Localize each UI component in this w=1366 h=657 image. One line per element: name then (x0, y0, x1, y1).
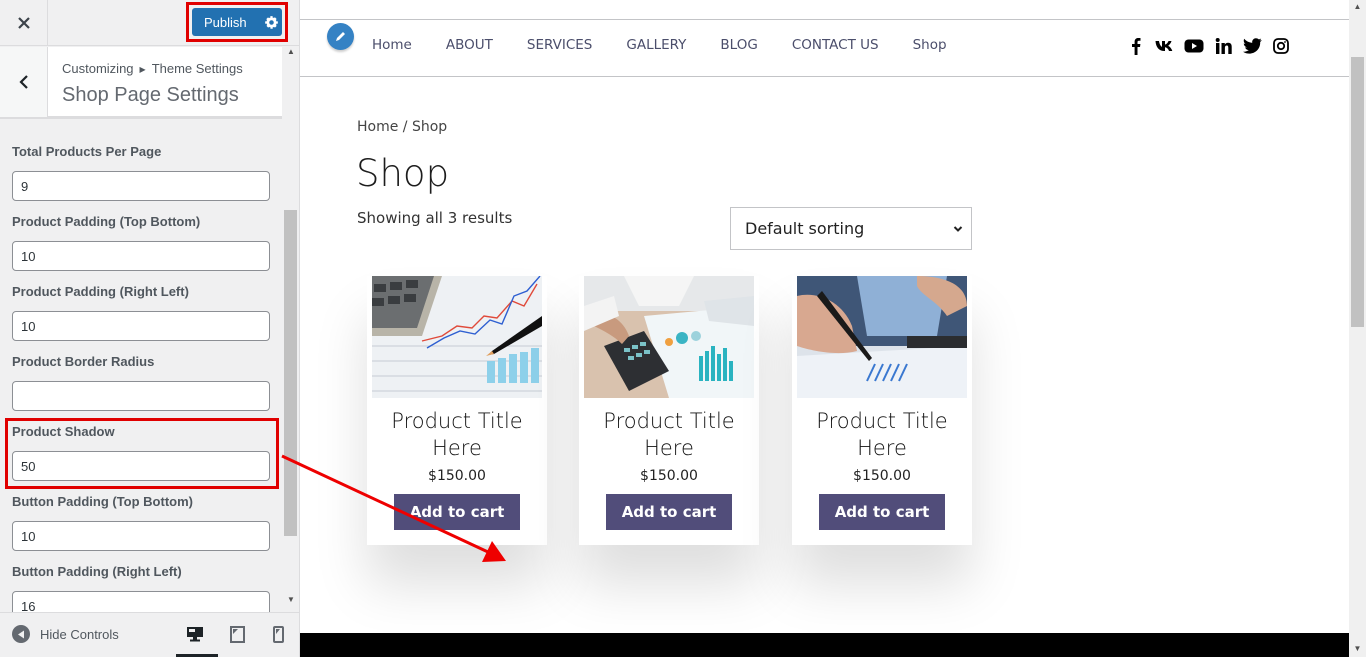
instagram-icon[interactable] (1271, 36, 1291, 56)
control-label: Product Padding (Top Bottom) (12, 214, 201, 229)
button-padding-right-left-control: Button Padding (Right Left) (12, 564, 270, 612)
button-padding-top-bottom-control: Button Padding (Top Bottom) (12, 494, 270, 551)
hide-controls-button[interactable]: Hide Controls (12, 625, 119, 643)
nav-item-contact[interactable]: CONTACT US (792, 37, 879, 53)
social-links (1126, 36, 1300, 56)
section-title-bar: Customizing ▶ Theme Settings Shop Page Set… (0, 47, 282, 119)
twitter-icon[interactable] (1242, 36, 1262, 56)
product-shadow-input[interactable] (12, 451, 270, 481)
facebook-icon[interactable] (1126, 36, 1146, 56)
padding-right-left-input[interactable] (12, 311, 270, 341)
site-footer (300, 633, 1349, 657)
youtube-icon[interactable] (1184, 36, 1204, 56)
edit-shortcut-button[interactable] (327, 23, 354, 50)
chevron-down-icon (953, 226, 963, 232)
tablet-icon (229, 625, 245, 643)
nav-item-gallery[interactable]: GALLERY (626, 37, 686, 53)
nav-item-services[interactable]: SERVICES (527, 37, 592, 53)
tablet-preview-button[interactable] (226, 623, 248, 645)
customizer-sidebar: Publish Customizing ▶ Theme Settings Shop … (0, 0, 300, 657)
nav-item-about[interactable]: ABOUT (446, 37, 493, 53)
sidebar-scroll-up-arrow[interactable]: ▲ (284, 47, 298, 61)
product-card: Product Title Here $150.00 Add to cart (792, 276, 972, 545)
sidebar-scrollbar-thumb[interactable] (284, 210, 297, 536)
product-image[interactable] (584, 276, 754, 398)
preview-scrollbar[interactable]: ▲ ▼ (1349, 0, 1366, 657)
product-price: $150.00 (853, 468, 911, 484)
breadcrumb-item: Theme Settings (151, 61, 243, 76)
border-radius-control: Product Border Radius (12, 354, 270, 411)
product-price: $150.00 (640, 468, 698, 484)
back-button[interactable] (0, 47, 48, 117)
add-to-cart-button[interactable]: Add to cart (606, 494, 732, 530)
customizer-breadcrumb: Customizing ▶ Theme Settings (62, 61, 243, 76)
page-breadcrumb[interactable]: Home / Shop (357, 119, 447, 135)
total-products-input[interactable] (12, 171, 270, 201)
gear-icon[interactable] (260, 15, 282, 29)
product-shadow-control: Product Shadow (12, 424, 270, 481)
collapse-arrow-icon (12, 625, 30, 643)
nav-item-blog[interactable]: BLOG (720, 37, 757, 53)
desktop-icon (187, 627, 203, 642)
publish-button[interactable]: Publish (192, 8, 282, 36)
mobile-icon (272, 625, 284, 643)
nav-item-home[interactable]: Home (372, 37, 412, 53)
border-radius-input[interactable] (12, 381, 270, 411)
product-card: Product Title Here $150.00 Add to cart (579, 276, 759, 545)
mobile-preview-button[interactable] (267, 623, 289, 645)
chevron-left-icon (18, 75, 28, 89)
padding-right-left-control: Product Padding (Right Left) (12, 284, 270, 341)
desktop-preview-button[interactable] (176, 623, 218, 657)
total-products-control: Total Products Per Page (12, 144, 270, 201)
hide-controls-label: Hide Controls (40, 626, 119, 642)
product-title[interactable]: Product Title Here (584, 408, 754, 462)
padding-top-bottom-control: Product Padding (Top Bottom) (12, 214, 270, 271)
control-label: Product Padding (Right Left) (12, 284, 189, 299)
nav-menu: Home ABOUT SERVICES GALLERY BLOG CONTACT… (372, 37, 981, 53)
scroll-up-arrow[interactable]: ▲ (1349, 2, 1366, 11)
control-label: Total Products Per Page (12, 144, 162, 159)
pencil-icon (336, 32, 345, 41)
control-label: Button Padding (Right Left) (12, 564, 182, 579)
button-padding-top-bottom-input[interactable] (12, 521, 270, 551)
controls-list: Total Products Per Page Product Padding … (0, 122, 282, 612)
linkedin-icon[interactable] (1213, 36, 1233, 56)
close-customizer-button[interactable] (0, 0, 48, 46)
product-title[interactable]: Product Title Here (372, 408, 542, 462)
product-price: $150.00 (428, 468, 486, 484)
vk-icon[interactable] (1155, 36, 1175, 56)
customizer-header: Publish (0, 0, 299, 46)
button-padding-right-left-input[interactable] (12, 591, 270, 612)
page-title: Shop (356, 152, 450, 195)
sidebar-scroll-down-arrow[interactable]: ▼ (284, 595, 298, 609)
product-image[interactable] (797, 276, 967, 398)
control-label: Product Border Radius (12, 354, 155, 369)
control-label: Button Padding (Top Bottom) (12, 494, 193, 509)
control-label: Product Shadow (12, 424, 115, 439)
publish-label: Publish (204, 14, 247, 30)
site-preview: Home ABOUT SERVICES GALLERY BLOG CONTACT… (300, 0, 1349, 657)
customizer-footer: Hide Controls (0, 612, 299, 657)
add-to-cart-button[interactable]: Add to cart (394, 494, 520, 530)
sorting-value: Default sorting (745, 219, 865, 238)
product-card: Product Title Here $150.00 Add to cart (367, 276, 547, 545)
publish-highlight-box: Publish (186, 2, 288, 42)
preview-scrollbar-thumb[interactable] (1351, 57, 1364, 327)
sorting-select[interactable]: Default sorting (730, 207, 972, 250)
add-to-cart-button[interactable]: Add to cart (819, 494, 945, 530)
close-icon (17, 17, 30, 29)
result-count: Showing all 3 results (357, 209, 513, 227)
breadcrumb-item: Customizing (62, 61, 134, 76)
panel-title: Shop Page Settings (62, 84, 239, 106)
site-navigation: Home ABOUT SERVICES GALLERY BLOG CONTACT… (300, 19, 1349, 77)
nav-item-shop[interactable]: Shop (913, 37, 947, 53)
breadcrumb-arrow-icon: ▶ (139, 65, 146, 74)
padding-top-bottom-input[interactable] (12, 241, 270, 271)
scroll-down-arrow[interactable]: ▼ (1349, 644, 1366, 653)
product-title[interactable]: Product Title Here (797, 408, 967, 462)
product-image[interactable] (372, 276, 542, 398)
